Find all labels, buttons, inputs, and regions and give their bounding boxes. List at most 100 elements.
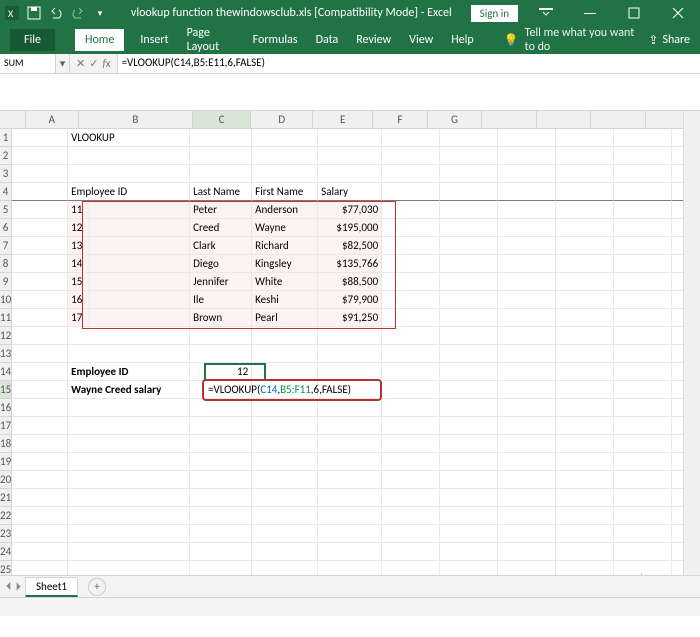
cell[interactable]	[614, 201, 672, 219]
cell[interactable]	[382, 345, 440, 363]
tab-nav-last-icon[interactable]: ⏵	[16, 580, 22, 594]
cell[interactable]	[382, 435, 440, 453]
cell[interactable]	[498, 435, 556, 453]
cell[interactable]	[614, 543, 672, 561]
row-head[interactable]: 15	[0, 381, 12, 399]
col-head-rest[interactable]	[591, 111, 645, 129]
cell[interactable]	[190, 345, 252, 363]
cell[interactable]	[498, 345, 556, 363]
cell[interactable]	[614, 417, 672, 435]
cell[interactable]: $91,250	[318, 309, 382, 327]
name-box[interactable]: SUM	[0, 54, 56, 73]
cell[interactable]	[190, 129, 252, 147]
cell[interactable]	[614, 147, 672, 165]
cell[interactable]	[440, 363, 498, 381]
row-head[interactable]: 19	[0, 453, 12, 471]
cell[interactable]	[68, 327, 190, 345]
cell[interactable]	[614, 435, 672, 453]
cell[interactable]	[252, 417, 318, 435]
cell[interactable]	[498, 129, 556, 147]
tab-review[interactable]: Review	[354, 29, 393, 51]
cell[interactable]	[440, 543, 498, 561]
cell[interactable]	[12, 219, 68, 237]
cell[interactable]	[498, 417, 556, 435]
cell[interactable]	[12, 255, 68, 273]
col-head-g[interactable]: G	[428, 111, 482, 129]
name-box-dropdown[interactable]: ▾	[56, 54, 70, 73]
cell[interactable]	[382, 183, 440, 201]
row-head[interactable]: 5	[0, 201, 12, 219]
cell[interactable]: Brown	[190, 309, 252, 327]
tab-home[interactable]: Home	[75, 29, 124, 51]
cell[interactable]	[318, 363, 382, 381]
cell[interactable]	[614, 327, 672, 345]
cell[interactable]	[498, 273, 556, 291]
tab-data[interactable]: Data	[314, 29, 341, 51]
cell[interactable]	[614, 471, 672, 489]
col-head-d[interactable]: D	[251, 111, 313, 129]
cell[interactable]	[556, 147, 614, 165]
cell[interactable]	[440, 471, 498, 489]
cell[interactable]	[614, 237, 672, 255]
cell[interactable]: First Name	[252, 183, 318, 201]
tab-page-layout[interactable]: Page Layout	[185, 22, 237, 58]
cell[interactable]	[252, 525, 318, 543]
cell[interactable]	[382, 129, 440, 147]
row-head[interactable]: 12	[0, 327, 12, 345]
cell[interactable]: 13	[68, 237, 190, 255]
cell[interactable]	[556, 237, 614, 255]
cell[interactable]: Kingsley	[252, 255, 318, 273]
cell[interactable]	[68, 399, 190, 417]
cell[interactable]	[382, 543, 440, 561]
cell[interactable]	[382, 255, 440, 273]
row-head[interactable]: 16	[0, 399, 12, 417]
row-head[interactable]: 8	[0, 255, 12, 273]
cell[interactable]	[614, 291, 672, 309]
cell[interactable]: Employee ID	[68, 183, 190, 201]
cell[interactable]	[12, 237, 68, 255]
cell[interactable]: $88,500	[318, 273, 382, 291]
cell[interactable]	[440, 255, 498, 273]
cell[interactable]: Wayne	[252, 219, 318, 237]
cell[interactable]: Pearl	[252, 309, 318, 327]
cell[interactable]	[614, 183, 672, 201]
cell[interactable]	[318, 507, 382, 525]
cell[interactable]	[556, 453, 614, 471]
cell[interactable]	[556, 309, 614, 327]
cell[interactable]	[68, 543, 190, 561]
cell[interactable]	[12, 507, 68, 525]
cell[interactable]	[614, 381, 672, 399]
cell[interactable]: Richard	[252, 237, 318, 255]
cell[interactable]	[382, 201, 440, 219]
cell[interactable]	[68, 471, 190, 489]
cell[interactable]	[614, 489, 672, 507]
cell[interactable]	[498, 309, 556, 327]
cell[interactable]: $82,500	[318, 237, 382, 255]
cell[interactable]	[498, 363, 556, 381]
cell[interactable]	[556, 183, 614, 201]
cell[interactable]	[190, 543, 252, 561]
cell[interactable]	[190, 489, 252, 507]
cell[interactable]	[68, 345, 190, 363]
row-head[interactable]: 3	[0, 165, 12, 183]
cell[interactable]	[12, 291, 68, 309]
row-head[interactable]: 11	[0, 309, 12, 327]
vertical-scrollbar[interactable]	[683, 111, 700, 594]
cell[interactable]	[318, 453, 382, 471]
undo-icon[interactable]	[48, 5, 64, 21]
cell-c15-formula[interactable]: =VLOOKUP( C14 , B5:F11 ,6,FALSE)	[208, 383, 351, 396]
cell[interactable]	[252, 435, 318, 453]
cell[interactable]	[12, 543, 68, 561]
row-head[interactable]: 21	[0, 489, 12, 507]
ribbon-options-icon[interactable]	[524, 0, 568, 26]
cell[interactable]	[318, 399, 382, 417]
cell[interactable]	[556, 219, 614, 237]
select-all-corner[interactable]	[0, 111, 26, 129]
cell[interactable]	[498, 327, 556, 345]
cell[interactable]	[318, 417, 382, 435]
cell[interactable]	[190, 507, 252, 525]
cell[interactable]: Anderson	[252, 201, 318, 219]
cell[interactable]	[440, 237, 498, 255]
cell[interactable]	[252, 489, 318, 507]
tab-file[interactable]: File	[10, 29, 55, 51]
